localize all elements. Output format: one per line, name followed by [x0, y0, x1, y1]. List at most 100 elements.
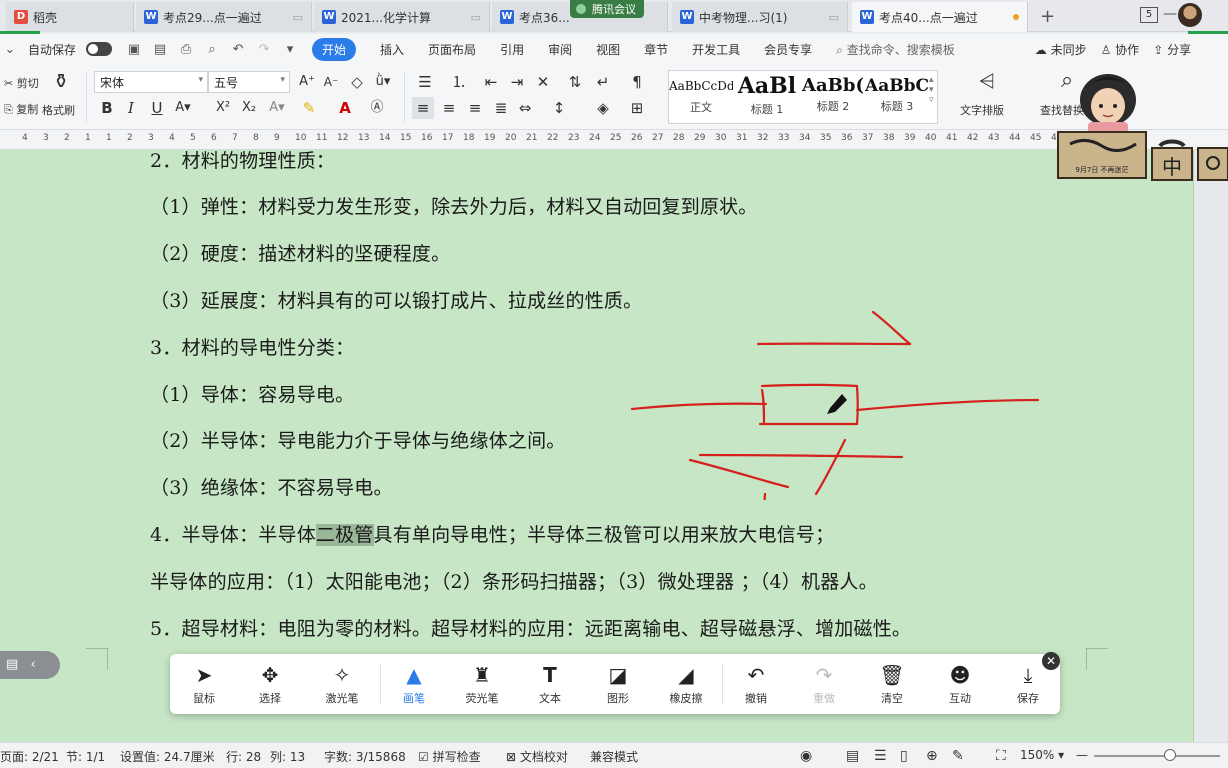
tool-select[interactable]: ✥ 选择: [240, 662, 300, 706]
distribute-icon[interactable]: ⇔: [514, 97, 536, 119]
tool-redo[interactable]: ↷ 重做: [794, 662, 854, 706]
highlight-color-icon[interactable]: ✎: [298, 97, 320, 119]
superscript-icon[interactable]: X²: [212, 97, 234, 119]
tool-eraser[interactable]: ◢ 橡皮擦: [656, 662, 716, 706]
word-count[interactable]: 字数: 3/15868: [324, 748, 406, 765]
bullet-list-icon[interactable]: ☰: [414, 71, 436, 93]
close-toolbar-icon[interactable]: ✕: [1042, 652, 1060, 670]
tool-interact[interactable]: ☻ 互动: [930, 662, 990, 706]
menu-view[interactable]: 视图: [596, 41, 620, 58]
style-heading-2[interactable]: AaBb( 标题 2: [801, 73, 865, 114]
chevron-down-icon[interactable]: ⌄: [2, 42, 18, 57]
fit-window-icon[interactable]: ⛶: [996, 748, 1006, 764]
customize-icon[interactable]: ▾: [282, 42, 298, 57]
menu-devtools[interactable]: 开发工具: [692, 41, 740, 58]
zoom-level[interactable]: 150% ▾: [1020, 748, 1064, 762]
cut-button[interactable]: ✂ 剪切: [4, 75, 39, 91]
line-spacing-icon[interactable]: ↕: [548, 97, 570, 119]
tool-laser[interactable]: ✧ 激光笔: [312, 662, 372, 706]
clear-format-icon[interactable]: ◇: [346, 71, 368, 93]
border-icon[interactable]: ⊞: [626, 97, 648, 119]
menu-insert[interactable]: 插入: [380, 41, 404, 58]
text-layout-button[interactable]: 文字排版: [960, 102, 1004, 118]
format-painter-icon[interactable]: ⚱: [50, 70, 72, 92]
edit-icon[interactable]: ✎: [952, 748, 964, 764]
doc-proofread[interactable]: ⊠ 文档校对: [506, 748, 568, 765]
show-marks-icon[interactable]: ↵: [592, 71, 614, 93]
pinyin-icon[interactable]: ǜ▾: [372, 71, 394, 93]
reading-view-icon[interactable]: ▯: [900, 748, 908, 764]
preview-icon[interactable]: ⌕: [204, 42, 220, 57]
align-right-icon[interactable]: ≡: [464, 97, 486, 119]
menu-layout[interactable]: 页面布局: [428, 41, 476, 58]
tool-highlighter[interactable]: ♜ 荧光笔: [452, 662, 512, 706]
font-size-select[interactable]: 五号 ▾: [208, 71, 290, 93]
share-button[interactable]: ⇪ 分享: [1153, 41, 1191, 58]
subscript-icon[interactable]: X₂: [238, 97, 260, 119]
align-center-icon[interactable]: ≡: [438, 97, 460, 119]
underline-icon[interactable]: U: [146, 97, 168, 119]
eye-protect-icon[interactable]: ◉: [800, 748, 812, 764]
shrink-font-icon[interactable]: A⁻: [320, 71, 342, 93]
meeting-badge[interactable]: 腾讯会议: [570, 0, 644, 18]
zoom-slider[interactable]: [1094, 755, 1220, 757]
user-avatar[interactable]: [1178, 3, 1202, 27]
new-tab-icon[interactable]: +: [1040, 6, 1055, 27]
grow-font-icon[interactable]: A⁺: [296, 71, 318, 93]
collab-button[interactable]: ♙ 协作: [1101, 41, 1140, 58]
align-left-icon[interactable]: ≡: [412, 97, 434, 119]
menu-start[interactable]: 开始: [312, 37, 357, 61]
bold-icon[interactable]: B: [96, 97, 118, 119]
char-border-icon[interactable]: Ⓐ: [366, 97, 388, 119]
page-indicator[interactable]: 页面: 2/21: [0, 748, 59, 765]
style-heading-3[interactable]: AaBbC 标题 3: [865, 73, 929, 114]
tool-clear[interactable]: 🗑 清空: [862, 662, 922, 706]
tab-doc-40[interactable]: W 考点40...点一遍过: [852, 2, 1028, 32]
window-count[interactable]: 5: [1140, 7, 1158, 23]
print-icon[interactable]: ⎙: [178, 42, 194, 57]
text-effect-icon[interactable]: A▾: [266, 97, 288, 119]
minimize-icon[interactable]: —: [1163, 6, 1177, 22]
sort-icon[interactable]: ⇅: [564, 71, 586, 93]
undo-icon[interactable]: ↶: [230, 42, 246, 57]
tool-mouse[interactable]: ➤ 鼠标: [174, 662, 234, 706]
gallery-scroll-icon[interactable]: ▴ ▾ ▿: [929, 75, 934, 105]
format-painter-label[interactable]: 格式刷: [42, 102, 75, 118]
shading-icon[interactable]: ◈: [592, 97, 614, 119]
decrease-indent-icon[interactable]: ⇤: [480, 71, 502, 93]
menu-references[interactable]: 引用: [500, 41, 524, 58]
numbered-list-icon[interactable]: ⒈: [448, 71, 470, 93]
print-preview-icon[interactable]: ▤: [152, 42, 168, 57]
strikethrough-icon[interactable]: A▾: [172, 97, 194, 119]
tool-text[interactable]: T 文本: [520, 662, 580, 706]
style-normal[interactable]: AaBbCcDd 正文: [669, 73, 733, 115]
tool-shape[interactable]: ◪ 图形: [588, 662, 648, 706]
outline-view-icon[interactable]: ☰: [874, 748, 887, 764]
save-icon[interactable]: ▣: [126, 42, 142, 57]
menu-review[interactable]: 审阅: [548, 41, 572, 58]
page-view-icon[interactable]: ▤: [846, 748, 859, 764]
tab-docer[interactable]: D 稻壳: [6, 2, 134, 32]
menu-chapter[interactable]: 章节: [644, 41, 668, 58]
redo-icon[interactable]: ↷: [256, 42, 272, 57]
font-color-icon[interactable]: A: [334, 97, 356, 119]
web-view-icon[interactable]: ⊕: [926, 748, 938, 764]
command-search[interactable]: ⌕ 查找命令、搜索模板: [836, 41, 955, 58]
tab-doc-physics[interactable]: W 中考物理...习(1) ▭: [672, 2, 848, 32]
sync-status[interactable]: ☁ 未同步: [1035, 41, 1087, 58]
chinese-layout-icon[interactable]: ✕: [532, 71, 554, 93]
autosave-toggle[interactable]: [86, 42, 113, 56]
italic-icon[interactable]: I: [120, 97, 142, 119]
increase-indent-icon[interactable]: ⇥: [506, 71, 528, 93]
tab-doc-29[interactable]: W 考点29...点一遍过 ▭: [136, 2, 312, 32]
tool-undo[interactable]: ↶ 撤销: [726, 662, 786, 706]
spell-check[interactable]: ☑ 拼写检查: [418, 748, 481, 765]
zoom-out-icon[interactable]: —: [1076, 748, 1088, 762]
justify-icon[interactable]: ≣: [490, 97, 512, 119]
font-family-select[interactable]: 宋体 ▾: [94, 71, 208, 93]
tab-doc-2021[interactable]: W 2021...化学计算 ▭: [314, 2, 490, 32]
zoom-slider-handle[interactable]: [1164, 749, 1176, 761]
style-heading-1[interactable]: AaBl 标题 1: [735, 73, 799, 117]
tool-pen[interactable]: ▲ 画笔: [384, 662, 444, 706]
paragraph-mark-icon[interactable]: ¶: [626, 71, 648, 93]
